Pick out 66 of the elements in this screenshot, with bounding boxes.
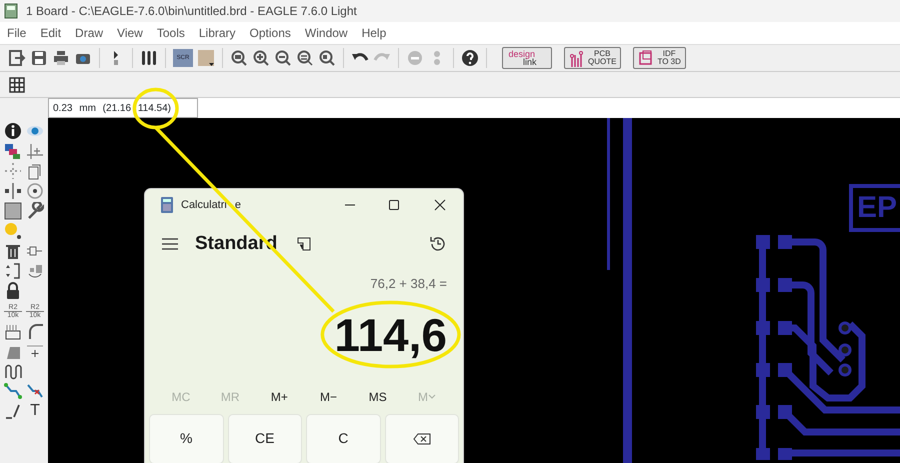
key-button[interactable]: % bbox=[149, 414, 224, 463]
history-button[interactable] bbox=[429, 234, 447, 253]
zoom-out-icon[interactable] bbox=[274, 49, 292, 67]
wire-icon[interactable] bbox=[4, 402, 22, 420]
columns-icon[interactable] bbox=[140, 49, 158, 67]
route-icon[interactable] bbox=[4, 382, 22, 400]
info-icon[interactable] bbox=[4, 122, 22, 140]
board-label: EP bbox=[849, 184, 900, 232]
menu-item[interactable]: View bbox=[110, 24, 150, 42]
zoom-in-icon[interactable] bbox=[252, 49, 270, 67]
close-button[interactable] bbox=[433, 198, 447, 212]
backspace-icon[interactable] bbox=[412, 432, 431, 444]
save-icon[interactable] bbox=[30, 49, 48, 67]
menu-item[interactable]: Help bbox=[354, 24, 394, 42]
pcb-service-button[interactable]: PCB QUOTE bbox=[564, 47, 622, 69]
color-square-icon[interactable] bbox=[197, 49, 215, 67]
smash-icon[interactable] bbox=[4, 322, 22, 340]
window-title: 1 Board - C:\EAGLE-7.6.0\bin\untitled.brd - EAGLE 7.6.0 Light bbox=[26, 3, 357, 20]
coordinate-field[interactable]: 0.23 mm (21.16 114.54) bbox=[48, 98, 198, 118]
print-icon[interactable] bbox=[52, 49, 70, 67]
menu-item[interactable]: Window bbox=[298, 24, 355, 42]
trash-icon[interactable] bbox=[4, 242, 22, 260]
keep-on-top-button[interactable] bbox=[297, 236, 312, 251]
circuit-icon bbox=[569, 49, 584, 67]
memory-button[interactable]: M− bbox=[308, 388, 349, 406]
memory-button[interactable]: M+ bbox=[259, 388, 300, 406]
wrench-icon[interactable] bbox=[26, 202, 44, 220]
memory-button[interactable]: MS bbox=[358, 388, 398, 406]
key-button[interactable]: C bbox=[306, 414, 380, 463]
idf-service-button[interactable]: IDF TO 3D bbox=[633, 47, 686, 69]
maximize-button[interactable] bbox=[387, 198, 401, 212]
text-tool-button[interactable]: T bbox=[26, 402, 44, 420]
menu-item[interactable]: File bbox=[0, 24, 34, 42]
design-service-button[interactable]: design link bbox=[502, 47, 552, 69]
menu-item[interactable]: Tools bbox=[150, 24, 192, 42]
ripup-icon[interactable] bbox=[26, 382, 44, 400]
key-button[interactable]: CE bbox=[228, 414, 302, 463]
window-title: Calculatri bbox=[181, 198, 227, 213]
menu-item[interactable]: Options bbox=[242, 24, 298, 42]
calculator-icon bbox=[161, 197, 173, 214]
result-display: 114,6 bbox=[334, 312, 447, 358]
window-title-end: e bbox=[234, 198, 242, 213]
lock-icon[interactable] bbox=[4, 282, 22, 300]
help-icon[interactable] bbox=[461, 49, 479, 67]
expression-text: 76,2 + 38,4 = bbox=[370, 275, 447, 293]
zoom-fit-icon[interactable] bbox=[230, 49, 248, 67]
zoom-area-icon[interactable] bbox=[318, 49, 336, 67]
open-icon[interactable] bbox=[8, 49, 26, 67]
rotate-icon[interactable] bbox=[26, 182, 44, 200]
cube-icon bbox=[638, 49, 654, 67]
menu-item[interactable]: Draw bbox=[68, 24, 110, 42]
square-icon[interactable] bbox=[4, 202, 22, 220]
grid-icon[interactable] bbox=[8, 76, 26, 94]
layers-icon[interactable] bbox=[4, 142, 22, 160]
miter-icon[interactable] bbox=[26, 322, 44, 340]
menu-button[interactable] bbox=[161, 236, 179, 251]
origin-icon[interactable] bbox=[26, 142, 44, 160]
join-icon[interactable] bbox=[26, 262, 44, 280]
app-icon bbox=[4, 3, 18, 19]
menu-item[interactable]: Library bbox=[192, 24, 243, 42]
menu-item[interactable]: Edit bbox=[33, 24, 68, 42]
mirror-icon[interactable] bbox=[4, 182, 22, 200]
dot-icon[interactable] bbox=[4, 222, 22, 240]
split-icon[interactable] bbox=[4, 262, 22, 280]
meander-icon[interactable] bbox=[4, 362, 22, 380]
zoom-redraw-icon[interactable] bbox=[296, 49, 314, 67]
